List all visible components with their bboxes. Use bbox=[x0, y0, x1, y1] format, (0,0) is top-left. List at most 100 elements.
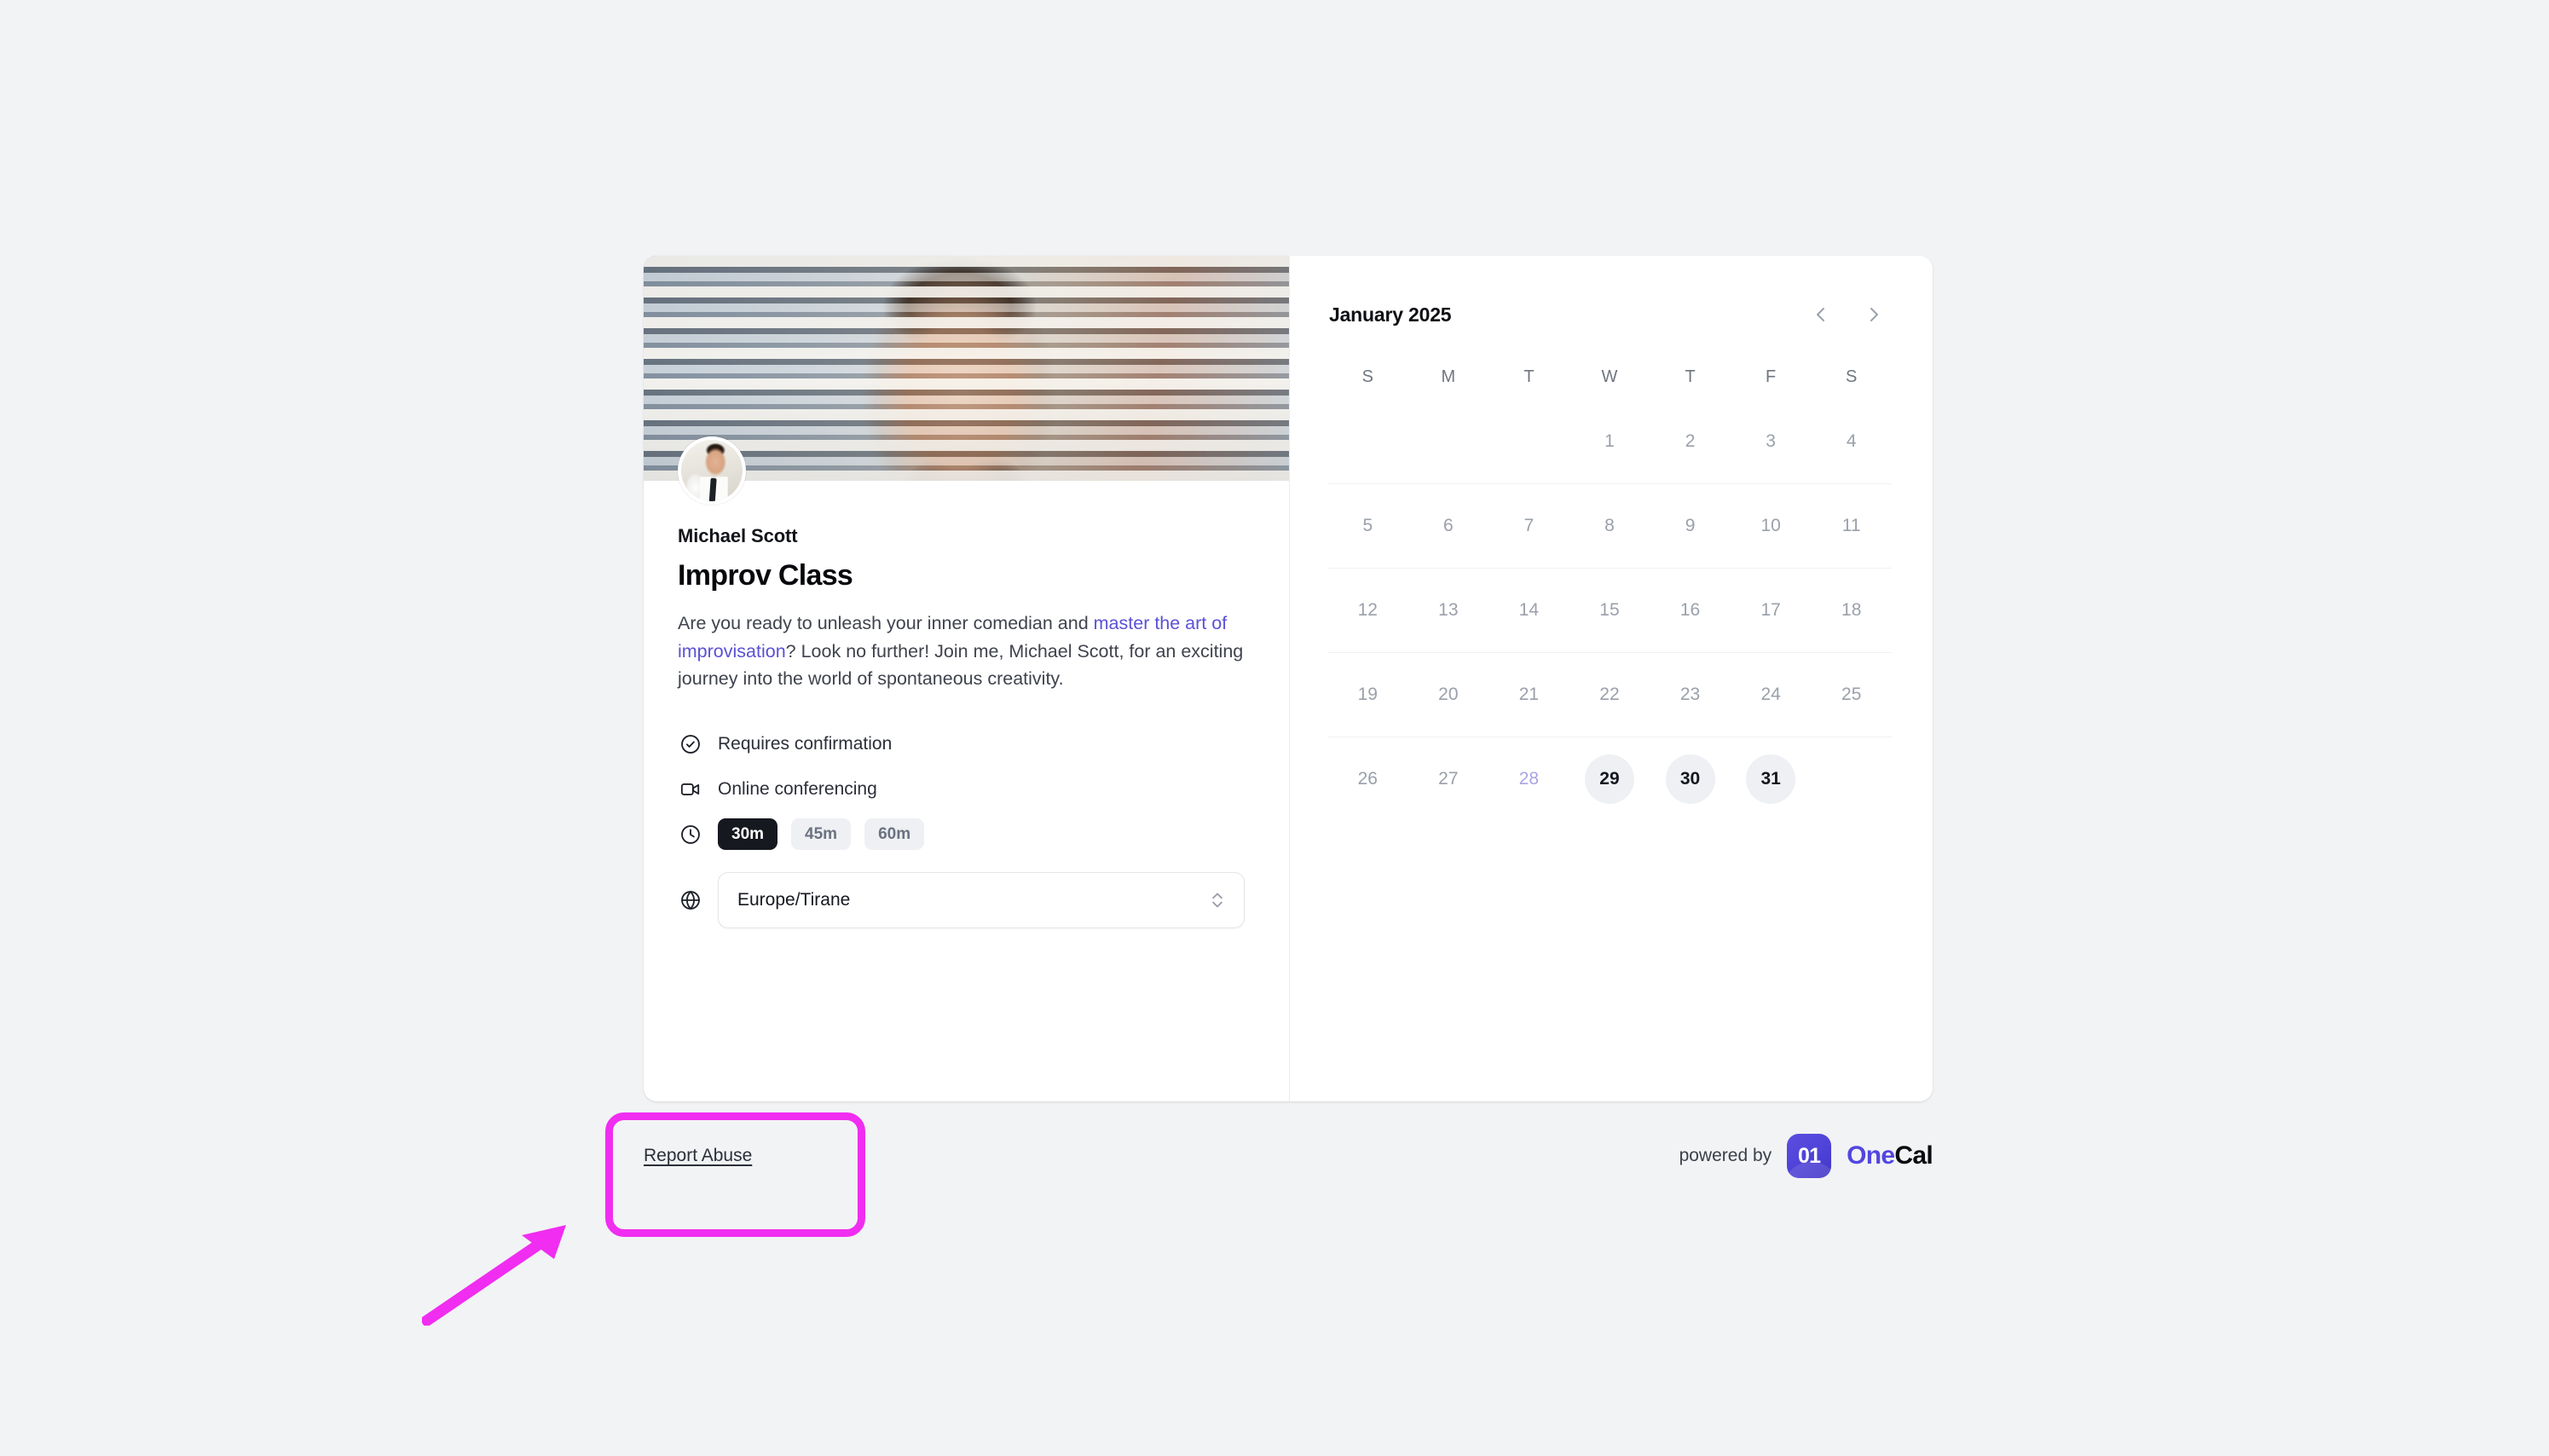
footer: Report Abuse powered by 01 OneCal bbox=[644, 1134, 1933, 1178]
clock-icon bbox=[678, 822, 702, 846]
calendar-day-7: 7 bbox=[1523, 515, 1535, 535]
calendar-cell: 1 bbox=[1569, 399, 1650, 483]
event-description: Are you ready to unleash your inner come… bbox=[678, 610, 1251, 691]
calendar-day-26: 26 bbox=[1357, 768, 1378, 789]
calendar-cell: 21 bbox=[1488, 652, 1569, 737]
calendar-cell: 9 bbox=[1650, 483, 1731, 568]
duration-option-30m[interactable]: 30m bbox=[718, 818, 778, 851]
event-details-panel: Michael Scott Improv Class Are you ready… bbox=[644, 256, 1290, 1101]
calendar-day-6: 6 bbox=[1443, 515, 1454, 535]
calendar-cell: 25 bbox=[1811, 652, 1892, 737]
meta-row-duration: 30m 45m 60m bbox=[678, 813, 1251, 856]
calendar-cell: 17 bbox=[1730, 568, 1812, 652]
timezone-select[interactable]: Europe/Tirane bbox=[718, 871, 1245, 928]
calendar-day-13: 13 bbox=[1438, 599, 1459, 620]
calendar-day-18: 18 bbox=[1841, 599, 1862, 620]
brand-powered-by: powered by 01 OneCal bbox=[1679, 1134, 1933, 1178]
calendar-day-5: 5 bbox=[1362, 515, 1373, 535]
calendar-cell: 4 bbox=[1811, 399, 1892, 483]
confirmation-label: Requires confirmation bbox=[718, 734, 893, 754]
calendar-grid: S M T W T F S 1 2 3 4 5 6 7 8 9 10 11 12 13 14 15 16 17 18 19 20 21… bbox=[1327, 355, 1892, 821]
timezone-value: Europe/Tirane bbox=[737, 889, 851, 910]
report-abuse-link[interactable]: Report Abuse bbox=[644, 1146, 752, 1166]
calendar-cell: 27 bbox=[1407, 737, 1489, 821]
calendar-cell: 2 bbox=[1650, 399, 1731, 483]
brand-name-one: One bbox=[1847, 1141, 1895, 1170]
onecal-logo-icon: 01 bbox=[1787, 1134, 1832, 1178]
calendar-day-28: 28 bbox=[1518, 768, 1540, 789]
calendar-day-31[interactable]: 31 bbox=[1746, 754, 1796, 804]
calendar-day-17: 17 bbox=[1760, 599, 1781, 620]
calendar-day-30[interactable]: 30 bbox=[1665, 754, 1715, 804]
calendar-day-1: 1 bbox=[1604, 430, 1615, 451]
calendar-cell bbox=[1488, 399, 1569, 483]
calendar-day-20: 20 bbox=[1438, 684, 1459, 704]
calendar-cell: 18 bbox=[1811, 568, 1892, 652]
calendar-day-3: 3 bbox=[1766, 430, 1776, 451]
calendar-cell: 7 bbox=[1488, 483, 1569, 568]
calendar-cell bbox=[1811, 737, 1892, 821]
calendar-cell: 5 bbox=[1327, 483, 1408, 568]
calendar-cell: 8 bbox=[1569, 483, 1650, 568]
calendar-day-23: 23 bbox=[1679, 684, 1701, 704]
calendar-nav bbox=[1806, 300, 1888, 329]
duration-options: 30m 45m 60m bbox=[718, 818, 925, 851]
calendar-cell: 11 bbox=[1811, 483, 1892, 568]
calendar-day-9: 9 bbox=[1685, 515, 1696, 535]
video-camera-icon bbox=[678, 777, 702, 801]
calendar-weekday-0: S bbox=[1361, 367, 1373, 386]
calendar-day-14: 14 bbox=[1518, 599, 1540, 620]
duration-option-60m[interactable]: 60m bbox=[864, 818, 925, 851]
calendar-cell: 29 bbox=[1569, 737, 1650, 821]
calendar-day-11: 11 bbox=[1841, 515, 1861, 535]
calendar-day-29[interactable]: 29 bbox=[1584, 754, 1634, 804]
powered-by-label: powered by bbox=[1679, 1146, 1772, 1165]
brand-name-cal: Cal bbox=[1894, 1141, 1933, 1170]
calendar-cell: 20 bbox=[1407, 652, 1489, 737]
calendar-weekday-2: T bbox=[1523, 367, 1535, 386]
calendar-cell bbox=[1327, 399, 1408, 483]
calendar-weekday-1: M bbox=[1441, 367, 1456, 386]
calendar-day-4: 4 bbox=[1846, 430, 1857, 451]
globe-icon bbox=[678, 887, 702, 912]
brand-name: OneCal bbox=[1847, 1143, 1933, 1169]
avatar bbox=[678, 436, 746, 505]
calendar-day-8: 8 bbox=[1604, 515, 1615, 535]
calendar-cell bbox=[1408, 399, 1489, 483]
calendar-cell: 3 bbox=[1731, 399, 1812, 483]
calendar-weekday-5: F bbox=[1766, 367, 1777, 386]
calendar-cell: 14 bbox=[1488, 568, 1569, 652]
calendar-header: January 2025 bbox=[1327, 300, 1892, 329]
calendar-day-10: 10 bbox=[1760, 515, 1781, 535]
duration-option-45m[interactable]: 45m bbox=[791, 818, 852, 851]
event-info: Michael Scott Improv Class Are you ready… bbox=[644, 481, 1289, 928]
calendar-day-24: 24 bbox=[1760, 684, 1781, 704]
description-text-before: Are you ready to unleash your inner come… bbox=[678, 613, 1094, 634]
check-circle-icon bbox=[678, 731, 702, 756]
chevron-left-icon[interactable] bbox=[1806, 300, 1835, 329]
calendar-day-2: 2 bbox=[1685, 430, 1696, 451]
event-meta-list: Requires confirmation Online conferencin… bbox=[678, 723, 1251, 928]
annotation-arrow bbox=[422, 1225, 566, 1326]
calendar-day-15: 15 bbox=[1599, 599, 1620, 620]
meta-row-timezone: Europe/Tirane bbox=[678, 871, 1251, 928]
calendar-cell: 23 bbox=[1650, 652, 1731, 737]
calendar-cell: 15 bbox=[1569, 568, 1650, 652]
calendar-weekday-4: T bbox=[1685, 367, 1696, 386]
calendar-month-label: January 2025 bbox=[1329, 303, 1452, 326]
calendar-cell: 16 bbox=[1650, 568, 1731, 652]
calendar-cell: 10 bbox=[1730, 483, 1812, 568]
calendar-day-27: 27 bbox=[1438, 768, 1459, 789]
calendar-cell: 26 bbox=[1327, 737, 1408, 821]
calendar-day-21: 21 bbox=[1518, 684, 1540, 704]
calendar-cell: 12 bbox=[1327, 568, 1408, 652]
calendar-cell: 30 bbox=[1650, 737, 1731, 821]
onecal-logo-text: 01 bbox=[1798, 1143, 1821, 1168]
chevron-right-icon[interactable] bbox=[1859, 300, 1888, 329]
chevron-up-down-icon bbox=[1208, 887, 1227, 913]
calendar-day-22: 22 bbox=[1599, 684, 1620, 704]
host-name: Michael Scott bbox=[678, 525, 798, 546]
calendar-cell: 22 bbox=[1569, 652, 1650, 737]
conferencing-label: Online conferencing bbox=[718, 779, 877, 800]
calendar-cell: 28 bbox=[1488, 737, 1569, 821]
